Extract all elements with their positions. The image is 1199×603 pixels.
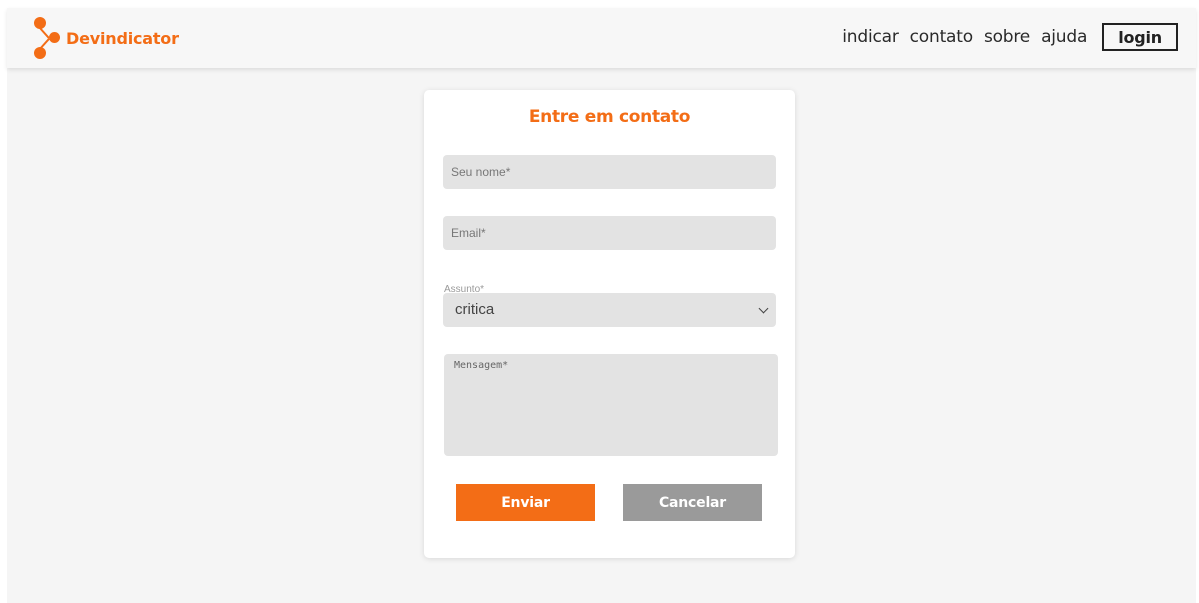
contact-form-card: Entre em contato Assunto* critica Enviar… [424,90,795,558]
brand-name: Devindicator [66,28,179,48]
main-nav: indicar contato sobre ajuda login [842,23,1178,51]
nav-ajuda-link[interactable]: ajuda [1041,27,1087,47]
nav-indicar-link[interactable]: indicar [842,27,899,47]
page: Devindicator indicar contato sobre ajuda… [7,8,1196,603]
brand-logo[interactable]: Devindicator [31,12,179,64]
login-button[interactable]: login [1102,23,1178,51]
top-navbar: Devindicator indicar contato sobre ajuda… [7,8,1196,68]
cancel-button[interactable]: Cancelar [623,484,762,521]
nav-contato-link[interactable]: contato [910,27,973,47]
nav-sobre-link[interactable]: sobre [984,27,1030,47]
submit-button[interactable]: Enviar [456,484,595,521]
message-textarea[interactable] [444,354,778,456]
name-input[interactable] [443,155,776,189]
form-title: Entre em contato [528,107,691,127]
chevron-down-icon [758,303,769,314]
subject-select[interactable]: critica [443,293,776,327]
subject-selected-value: critica [455,301,495,318]
connected-dots-logo-icon [31,15,63,61]
email-input[interactable] [443,216,776,250]
